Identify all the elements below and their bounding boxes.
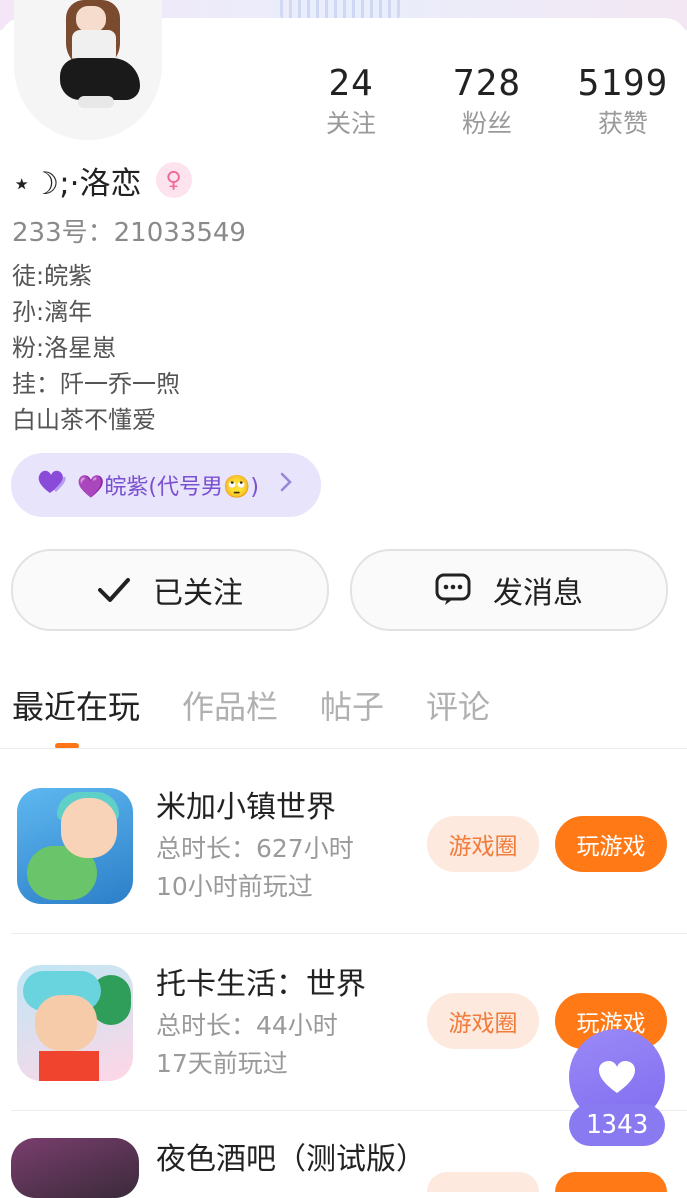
chat-bubble-icon <box>435 573 471 607</box>
game-row[interactable]: 米加小镇世界 总时长：627小时 10小时前玩过 游戏圈 玩游戏 <box>0 788 687 964</box>
stat-likes-label: 获赞 <box>597 109 648 138</box>
game-icon-character <box>61 798 117 858</box>
chevron-right-icon <box>279 471 293 499</box>
profile-name: ⋆☽;·洛恋 <box>12 165 142 202</box>
tab-recently-played[interactable]: 最近在玩 <box>12 682 140 732</box>
stat-following[interactable]: 24 关注 <box>296 62 406 142</box>
row-divider <box>11 933 687 934</box>
user-id[interactable]: 233号：21033549 <box>12 212 246 249</box>
follow-button-label: 已关注 <box>153 576 243 611</box>
message-button[interactable]: 发消息 <box>350 549 668 631</box>
game-icon[interactable] <box>17 965 133 1081</box>
club-tag-text: 💜皖紫(代号男🙄) <box>77 475 259 500</box>
game-circle-button[interactable]: 游戏圈 <box>427 816 539 872</box>
game-duration: 总时长：627小时 <box>156 834 354 863</box>
game-last-played: 17天前玩过 <box>156 1049 288 1078</box>
game-last-played: 10小时前玩过 <box>156 872 313 901</box>
tab-comments[interactable]: 评论 <box>426 682 490 732</box>
bio-line: 白山茶不懂爱 <box>12 406 156 434</box>
heart-icon <box>597 1059 637 1095</box>
stat-likes-value: 5199 <box>577 63 669 104</box>
game-icon-face <box>35 995 97 1051</box>
play-game-button[interactable]: 玩游戏 <box>555 816 667 872</box>
stat-following-value: 24 <box>328 63 374 104</box>
bio-line: 挂：阡一乔一煦 <box>12 370 180 398</box>
tab-works[interactable]: 作品栏 <box>182 682 278 732</box>
game-title: 米加小镇世界 <box>156 790 336 825</box>
game-icon[interactable] <box>11 1138 139 1198</box>
game-title: 托卡生活：世界 <box>156 967 366 1002</box>
like-count: 1343 <box>569 1104 665 1146</box>
tab-posts[interactable]: 帖子 <box>320 682 384 732</box>
stat-likes[interactable]: 5199 获赞 <box>568 62 678 142</box>
tab-divider <box>0 748 687 749</box>
stat-followers[interactable]: 728 粉丝 <box>432 62 542 142</box>
game-circle-button[interactable]: 游戏圈 <box>427 993 539 1049</box>
name-row: ⋆☽;·洛恋 ♀ <box>12 158 192 202</box>
game-icon-shirt <box>39 1051 99 1081</box>
gender-female-icon: ♀ <box>155 162 192 198</box>
profile-bio: 徒:皖紫 孙:漓年 粉:洛星崽 挂：阡一乔一煦 白山茶不懂爱 <box>12 258 180 438</box>
avatar-legs <box>60 58 140 100</box>
message-button-label: 发消息 <box>493 576 583 611</box>
game-duration: 总时长：44小时 <box>156 1011 338 1040</box>
game-meta: 总时长：44小时 17天前玩过 <box>156 1007 338 1083</box>
avatar-shoe <box>78 96 114 108</box>
purple-heart-icon <box>37 469 67 502</box>
follow-button[interactable]: 已关注 <box>11 549 329 631</box>
bio-line: 粉:洛星崽 <box>12 334 117 362</box>
stat-followers-value: 728 <box>452 63 522 104</box>
game-title: 夜色酒吧（测试版） <box>156 1142 426 1177</box>
stat-followers-label: 粉丝 <box>461 109 512 138</box>
play-game-button[interactable] <box>555 1172 667 1192</box>
avatar[interactable] <box>14 0 162 140</box>
game-meta: 总时长：627小时 10小时前玩过 <box>156 830 354 906</box>
game-circle-button[interactable] <box>427 1172 539 1192</box>
stat-following-label: 关注 <box>325 109 376 138</box>
profile-tabs: 最近在玩 作品栏 帖子 评论 <box>12 682 532 732</box>
game-icon[interactable] <box>17 788 133 904</box>
club-tag[interactable]: 💜皖紫(代号男🙄) <box>11 453 321 517</box>
checkmark-icon <box>97 576 131 604</box>
bio-line: 徒:皖紫 <box>12 262 93 290</box>
bio-line: 孙:漓年 <box>12 298 93 326</box>
avatar-face <box>76 6 106 32</box>
